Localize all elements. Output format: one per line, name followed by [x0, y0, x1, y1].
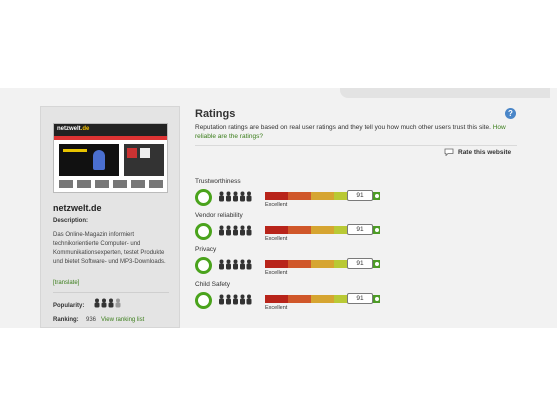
panel-divider	[53, 292, 169, 293]
rating-level: Excellent	[265, 236, 288, 242]
popularity-label: Popularity:	[53, 303, 85, 309]
ratings-title: Ratings	[195, 108, 236, 120]
rating-level: Excellent	[265, 305, 288, 311]
help-icon[interactable]: ?	[505, 108, 516, 119]
rating-label: Vendor reliability	[195, 212, 243, 219]
people-icon	[219, 294, 252, 305]
rating-level: Excellent	[265, 202, 288, 208]
ratings-description: Reputation ratings are based on real use…	[195, 123, 525, 141]
rating-row-privacy: Privacy 91 Excellent	[195, 246, 525, 282]
rating-row-vendor-reliability: Vendor reliability 91 Excellent	[195, 212, 525, 248]
score-marker	[375, 262, 379, 266]
rating-row-child-safety: Child Safety 91 Excellent	[195, 281, 525, 317]
people-icon	[219, 225, 252, 236]
rating-label: Child Safety	[195, 281, 231, 288]
score-marker	[375, 194, 379, 198]
translate-link[interactable]: [translate]	[53, 280, 79, 286]
people-icon	[219, 259, 252, 270]
ratings-divider	[195, 145, 517, 146]
rating-label: Trustworthiness	[195, 178, 241, 185]
site-info-panel: netzwelt.de netzwelt.de Description: Das…	[40, 106, 180, 328]
rating-score: 91	[347, 258, 373, 269]
ring-icon	[195, 292, 212, 309]
score-marker	[375, 297, 379, 301]
site-thumbnail[interactable]: netzwelt.de	[53, 123, 168, 193]
site-name: netzwelt.de	[53, 203, 102, 213]
description-text: Das Online-Magazin informiert technikori…	[53, 232, 166, 265]
top-tab-bar	[340, 88, 550, 98]
rating-score: 91	[347, 190, 373, 201]
thumbnail-row	[59, 180, 164, 188]
rating-label: Privacy	[195, 246, 217, 253]
rate-website-button[interactable]: Rate this website	[458, 149, 511, 156]
thumbnail-sidebar	[124, 144, 164, 176]
thumbnail-banner	[59, 144, 119, 176]
rating-score: 91	[347, 224, 373, 235]
speech-bubble-icon[interactable]	[444, 148, 454, 156]
ring-icon	[195, 257, 212, 274]
ring-icon	[195, 223, 212, 240]
ring-icon	[195, 189, 212, 206]
ratings-description-text: Reputation ratings are based on real use…	[195, 124, 491, 131]
rating-score: 91	[347, 293, 373, 304]
thumbnail-logo: netzwelt.de	[57, 126, 90, 132]
description-heading: Description:	[53, 218, 89, 224]
rating-row-trustworthiness: Trustworthiness 91 Excellent	[195, 178, 525, 214]
popularity-people-icon	[94, 298, 121, 308]
score-marker	[375, 228, 379, 232]
ranking-value: 936	[86, 317, 97, 323]
ranking-label: Ranking:	[53, 317, 79, 323]
thumbnail-nav	[54, 136, 167, 140]
view-ranking-link[interactable]: View ranking list	[101, 317, 144, 323]
people-icon	[219, 191, 252, 202]
rating-level: Excellent	[265, 270, 288, 276]
